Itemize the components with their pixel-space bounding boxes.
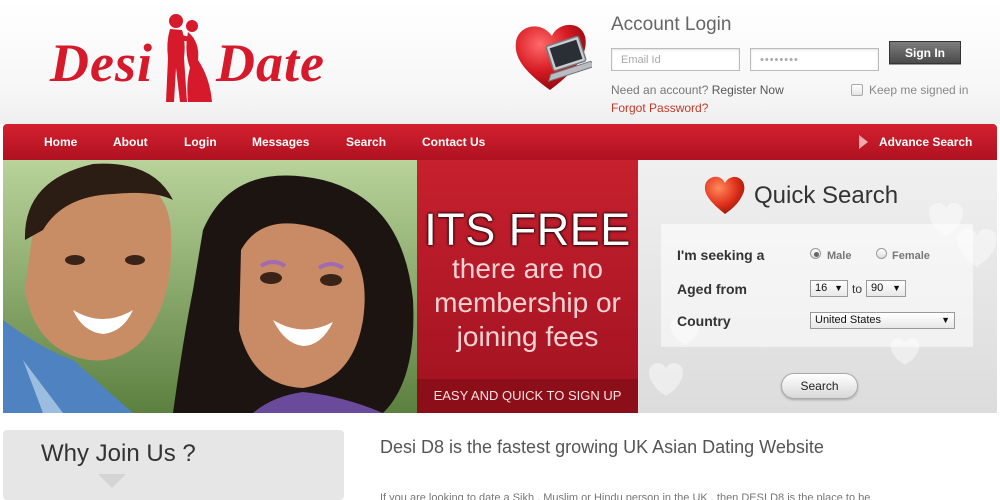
site-logo[interactable]: Desi Date — [46, 12, 336, 108]
nav-messages[interactable]: Messages — [252, 135, 309, 149]
keep-signed-in-label: Keep me signed in — [869, 83, 969, 97]
sign-in-button[interactable]: Sign In — [889, 41, 961, 64]
age-from-value: 16 — [815, 282, 828, 294]
its-free-heading: ITS FREE — [424, 204, 631, 255]
nav-search[interactable]: Search — [346, 135, 386, 149]
dropdown-arrow-icon: ▼ — [834, 283, 843, 293]
logo-word-date: Date — [216, 33, 325, 93]
nav-home[interactable]: Home — [44, 135, 77, 149]
seeking-label: I'm seeking a — [677, 247, 765, 263]
site-header: Desi Date Account Login Email Id •••••••… — [0, 0, 1000, 124]
why-join-us-box: Why Join Us ? — [3, 430, 344, 500]
nav-contact-us[interactable]: Contact Us — [422, 135, 485, 149]
aged-from-label: Aged from — [677, 281, 747, 297]
account-login-title: Account Login — [611, 14, 732, 35]
easy-signup-bar[interactable]: EASY AND QUICK TO SIGN UP — [417, 379, 638, 413]
need-account-label: Need an account? — [611, 83, 709, 97]
dropdown-arrow-icon: ▼ — [892, 283, 901, 293]
age-to-select[interactable]: 90 ▼ — [866, 280, 906, 297]
logo-word-desi: Desi — [50, 33, 153, 93]
register-now-link[interactable]: Register Now — [712, 83, 784, 97]
free-membership-panel: ITS FREE there are no membership or join… — [417, 160, 638, 413]
quick-search-panel: Quick Search I'm seeking a Male Female A… — [638, 160, 997, 413]
dropdown-arrow-icon: ▼ — [941, 315, 950, 325]
couple-silhouette-icon — [166, 14, 212, 102]
keep-signed-in-checkbox[interactable] — [851, 84, 863, 96]
intro-paragraph: If you are looking to date a Sikh , Musl… — [380, 492, 871, 500]
couple-photo-illustration — [3, 160, 417, 413]
nav-login[interactable]: Login — [184, 135, 217, 149]
quick-search-title: Quick Search — [754, 182, 899, 209]
heart-icon — [704, 176, 745, 214]
no-fees-text: there are no membership or joining fees — [434, 253, 621, 352]
age-from-select[interactable]: 16 ▼ — [810, 280, 848, 297]
country-label: Country — [677, 313, 731, 329]
female-radio[interactable] — [876, 248, 887, 259]
heart-laptop-icon — [515, 24, 592, 90]
country-value: United States — [815, 314, 882, 326]
quick-search-form: I'm seeking a Male Female Aged from 16 ▼… — [661, 224, 973, 347]
nav-advance-search[interactable]: Advance Search — [879, 135, 972, 149]
need-account-text: Need an account? Register Now — [611, 83, 784, 97]
main-nav: Home About Login Messages Search Contact… — [3, 124, 997, 160]
why-join-us-notch — [98, 474, 126, 488]
female-radio-label: Female — [892, 250, 930, 262]
age-to-separator: to — [852, 282, 863, 296]
male-radio[interactable] — [810, 248, 821, 259]
fastest-growing-heading: Desi D8 is the fastest growing UK Asian … — [380, 437, 824, 457]
password-input[interactable]: •••••••• — [750, 48, 879, 71]
couple-photo — [3, 160, 417, 413]
email-input[interactable]: Email Id — [611, 48, 740, 71]
hero-banner: ITS FREE there are no membership or join… — [3, 160, 997, 413]
male-radio-label: Male — [827, 250, 852, 262]
keep-signed-in[interactable]: Keep me signed in — [851, 83, 968, 97]
nav-about[interactable]: About — [113, 135, 148, 149]
forgot-password-link[interactable]: Forgot Password? — [611, 101, 708, 115]
quick-search-button[interactable]: Search — [781, 373, 858, 399]
advance-search-arrow-icon — [859, 135, 868, 149]
country-select[interactable]: United States ▼ — [810, 312, 955, 329]
why-join-us-heading: Why Join Us ? — [41, 440, 196, 467]
age-to-value: 90 — [871, 282, 884, 294]
